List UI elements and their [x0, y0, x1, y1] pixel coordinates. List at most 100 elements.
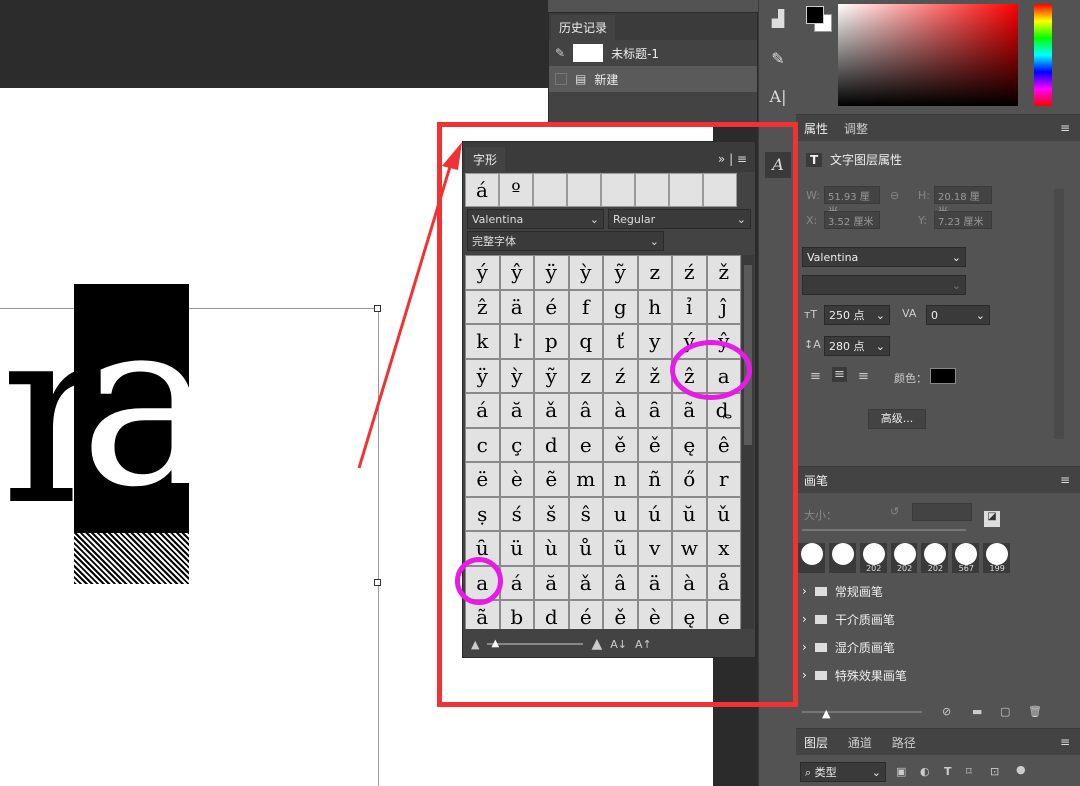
brush-preset[interactable]: 202 — [859, 543, 887, 573]
text-color-swatch[interactable] — [930, 368, 956, 384]
brushes-panel: 画笔 ≡ 大小： ↺ ◪ 202 202 202 567 199 › 常规画笔 › 干介质画笔… — [796, 466, 1080, 728]
transform-handle[interactable] — [374, 305, 381, 312]
history-state[interactable]: ▤ 新建 — [549, 66, 757, 92]
tab-adjustments[interactable]: 调整 — [836, 116, 876, 141]
brush-folder[interactable]: › 特殊效果画笔 — [796, 661, 1056, 689]
brush-folder[interactable]: › 常规画笔 — [796, 577, 1056, 605]
height-field[interactable]: 20.18 厘米 — [934, 186, 992, 218]
color-spectrum-field[interactable] — [838, 4, 1018, 106]
brush-folder[interactable]: › 干介质画笔 — [796, 605, 1056, 633]
character-icon[interactable]: A| — [765, 84, 791, 110]
adjustment-filter-icon[interactable]: ◐ — [920, 765, 930, 778]
h-label: H: — [918, 189, 930, 202]
checkbox[interactable] — [555, 73, 567, 85]
size-field[interactable] — [912, 503, 972, 521]
folder-label: 特殊效果画笔 — [834, 668, 907, 683]
font-family-dropdown[interactable]: Valentina ⌄ — [802, 247, 966, 267]
brush-preset[interactable]: 202 — [921, 543, 949, 573]
chevron-down-icon: ⌄ — [875, 308, 885, 322]
brush-preset[interactable]: 567 — [952, 543, 980, 573]
chevron-down-icon: ⌄ — [975, 308, 985, 322]
brush-source-icon[interactable]: ✎ — [555, 46, 565, 60]
pixel-filter-icon[interactable]: ▣ — [896, 765, 906, 778]
align-left-icon[interactable]: ≡ — [810, 369, 821, 384]
brush-preset[interactable]: 199 — [983, 543, 1011, 573]
brush-preset-size: 202 — [866, 564, 882, 573]
x-field[interactable]: 3.52 厘米 — [824, 211, 880, 229]
folder-label: 湿介质画笔 — [834, 640, 895, 655]
chevron-right-icon[interactable]: › — [802, 612, 807, 626]
type-filter-icon[interactable]: T — [944, 765, 952, 778]
advanced-button[interactable]: 高级... — [868, 409, 926, 429]
hue-slider[interactable] — [1034, 4, 1052, 106]
color-label: 颜色： — [894, 372, 927, 385]
tab-layers[interactable]: 图层 — [796, 730, 837, 755]
y-label: Y: — [918, 214, 927, 227]
font-size-dropdown[interactable]: 250 点 ⌄ — [824, 305, 890, 325]
snapshot-thumbnail — [573, 44, 604, 62]
size-label: 大小： — [804, 509, 837, 522]
tab-brushes[interactable]: 画笔 — [796, 468, 837, 493]
highlight-circle-top — [670, 340, 752, 400]
filter-toggle-icon[interactable]: ● — [1016, 763, 1026, 776]
font-size-icon: ᴛT — [804, 308, 818, 321]
tracking-dropdown[interactable]: 0 ⌄ — [926, 305, 990, 325]
tab-history[interactable]: 历史记录 — [551, 15, 616, 40]
brush-preset[interactable]: 202 — [890, 543, 918, 573]
tab-properties[interactable]: 属性 — [796, 116, 837, 141]
panel-menu-icon[interactable]: ≡ — [1060, 473, 1070, 493]
new-brush-icon[interactable]: ◪ — [984, 511, 1000, 527]
section-header: T 文字图层属性 — [806, 151, 902, 168]
w-label: W: — [806, 189, 820, 202]
history-snapshot[interactable]: ✎ 未标题-1 — [549, 40, 757, 66]
chevron-down-icon: ⌄ — [951, 278, 961, 292]
brush-preset[interactable] — [828, 543, 856, 573]
canvas-text-a-selected[interactable]: a — [80, 290, 217, 520]
folder-icon[interactable]: ▬ — [972, 705, 982, 718]
width-field[interactable]: 51.93 厘米 — [824, 186, 880, 218]
histogram-icon[interactable]: ▟ — [765, 6, 791, 32]
align-right-icon[interactable]: ≡ — [858, 369, 869, 384]
tab-paths[interactable]: 路径 — [884, 730, 924, 755]
reset-icon[interactable]: ↺ — [890, 505, 899, 518]
chevron-right-icon[interactable]: › — [802, 640, 807, 654]
brush-preset-size: 202 — [896, 564, 913, 573]
link-icon[interactable]: ⊖ — [890, 189, 899, 202]
shape-filter-icon[interactable]: ⌑ — [966, 765, 972, 778]
brush-preset[interactable] — [798, 543, 825, 573]
smart-object-filter-icon[interactable]: ⊡ — [990, 765, 999, 778]
brush-folder[interactable]: › 湿介质画笔 — [796, 633, 1056, 661]
layer-filter-value: 类型 — [814, 766, 837, 779]
leading-dropdown[interactable]: 280 点 ⌄ — [824, 336, 890, 356]
history-item-label: 未标题-1 — [611, 46, 660, 61]
preview-size-slider[interactable] — [802, 711, 922, 713]
font-style-dropdown-disabled[interactable]: ⌄ — [802, 275, 966, 295]
brush-settings-icon[interactable]: ✎ — [765, 46, 791, 72]
panel-menu-icon[interactable]: ≡ — [1060, 121, 1070, 141]
y-field[interactable]: 7.23 厘米 — [934, 211, 992, 229]
type-layer-icon: T — [806, 153, 823, 167]
foreground-color-swatch[interactable] — [806, 6, 824, 24]
tracking-value: 0 — [931, 308, 938, 322]
font-family-value: Valentina — [807, 250, 859, 264]
brush-preset-size: 567 — [958, 564, 974, 573]
trash-icon[interactable]: 🗑 — [1028, 705, 1042, 718]
transform-handle[interactable] — [374, 579, 381, 586]
chevron-right-icon[interactable]: › — [802, 668, 807, 682]
panel-menu-icon[interactable]: ≡ — [1060, 735, 1070, 755]
leading-value: 280 点 — [829, 340, 865, 353]
chevron-right-icon[interactable]: › — [802, 584, 807, 598]
align-center-icon[interactable]: ≡ — [832, 367, 847, 382]
red-highlight-box — [437, 122, 798, 707]
brush-options-icon[interactable]: ⊘ — [942, 705, 951, 718]
brush-tip-icon — [924, 543, 947, 565]
history-item-label: 新建 — [594, 72, 619, 87]
properties-scrollbar[interactable] — [1054, 189, 1064, 439]
new-icon[interactable]: ▢ — [1000, 705, 1010, 718]
slider-thumb[interactable]: ▲ — [822, 707, 830, 720]
layer-filter-dropdown[interactable]: ⌕ 类型 ⌄ — [800, 762, 886, 782]
leading-icon: ↕A — [804, 338, 821, 351]
size-slider[interactable] — [802, 529, 966, 531]
tracking-icon: VA — [902, 307, 917, 320]
tab-channels[interactable]: 通道 — [840, 730, 880, 755]
